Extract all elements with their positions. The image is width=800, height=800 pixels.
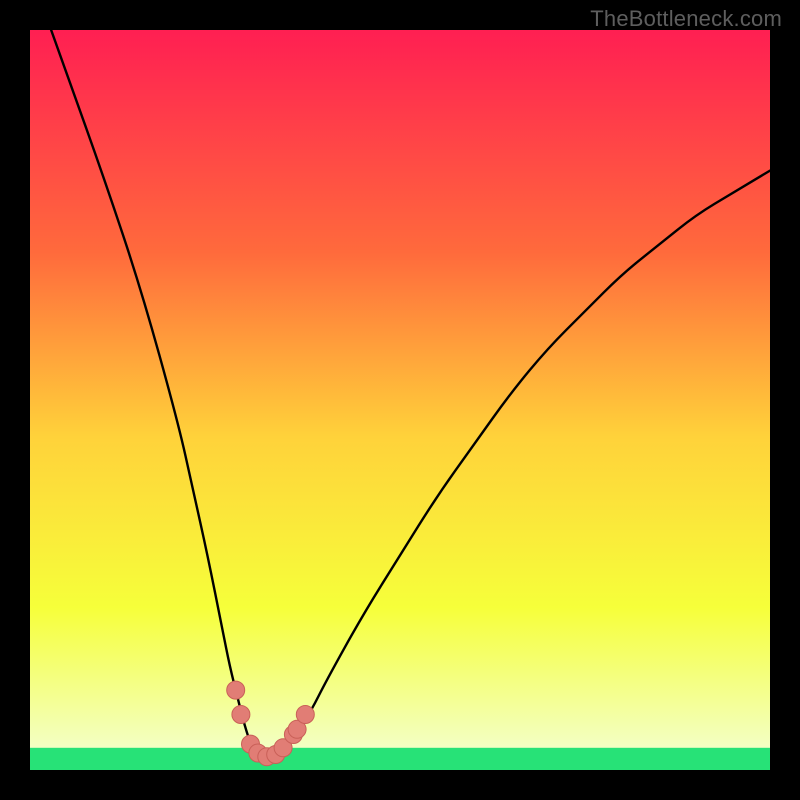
outer-frame: TheBottleneck.com [0,0,800,800]
curve-marker [296,706,314,724]
curve-marker [227,681,245,699]
green-good-zone [30,748,770,770]
plot-area [30,30,770,770]
watermark-label: TheBottleneck.com [590,6,782,32]
gradient-background [30,30,770,770]
bottleneck-chart [30,30,770,770]
curve-marker [232,706,250,724]
